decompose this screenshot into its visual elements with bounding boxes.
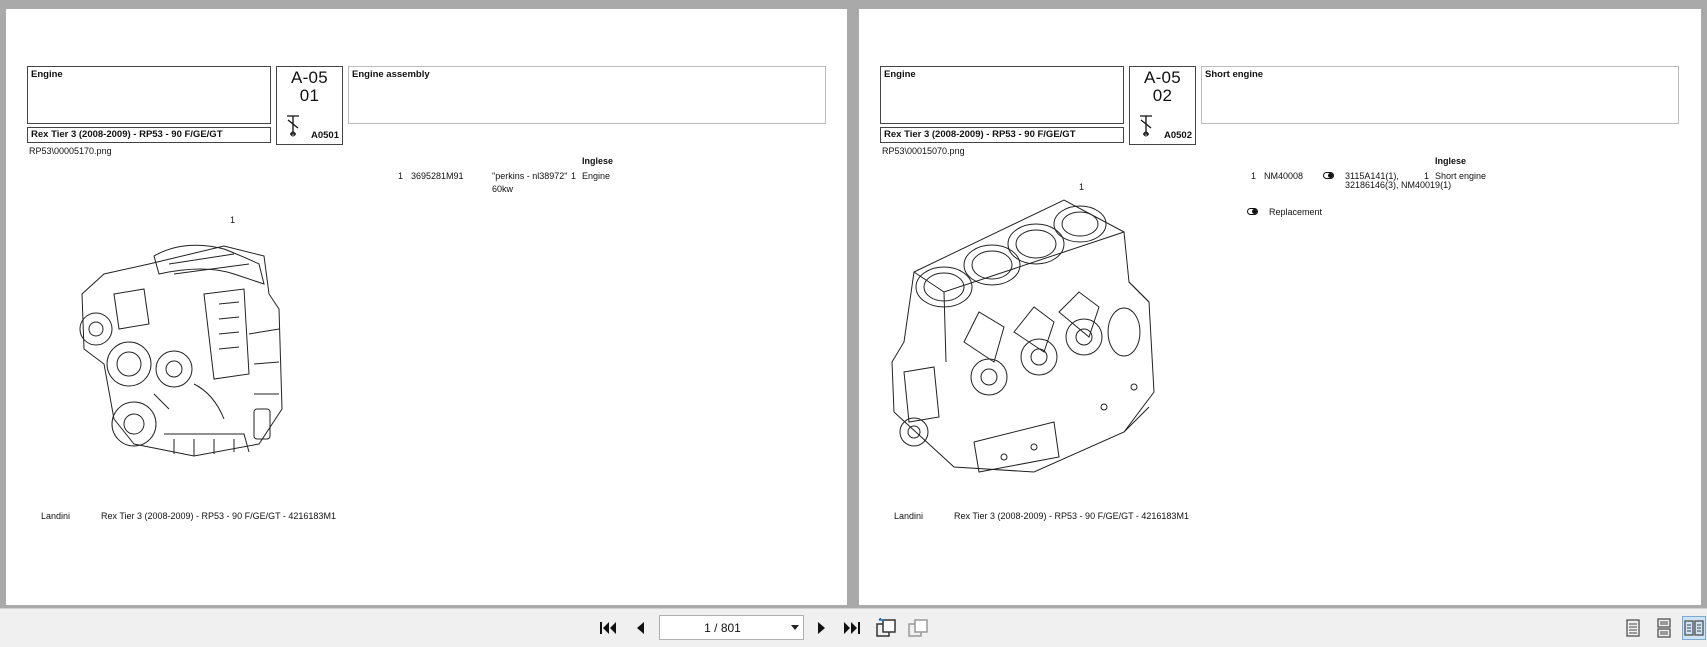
continuous-view-button[interactable] — [1652, 616, 1676, 640]
group-code-line2: 02 — [1152, 86, 1173, 105]
model-box: Rex Tier 3 (2008-2009) - RP53 - 90 F/GE/… — [880, 127, 1124, 143]
group-code-box: A-05 01 A0501 — [276, 66, 343, 145]
previous-page-icon — [637, 622, 644, 634]
page-indicator: 1 / 801 — [704, 621, 741, 635]
group-code-line2: 01 — [299, 86, 320, 105]
wrench-icon — [1140, 115, 1152, 137]
first-page-button[interactable] — [596, 616, 620, 640]
section-box: Engine — [27, 66, 271, 124]
footer-model: Rex Tier 3 (2008-2009) - RP53 - 90 F/GE/… — [954, 511, 1189, 521]
part-position: 1 — [398, 171, 404, 181]
part-note-2: 32186146(3), NM40019(1) — [1345, 180, 1452, 190]
last-page-button[interactable] — [840, 616, 864, 640]
short-engine-drawing — [891, 199, 1155, 473]
document-viewer[interactable]: Engine Rex Tier 3 (2008-2009) - RP53 - 9… — [0, 0, 1707, 608]
wrench-icon — [287, 115, 299, 137]
document-page-right: Engine Rex Tier 3 (2008-2009) - RP53 - 9… — [859, 9, 1701, 605]
description-box: Engine assembly — [348, 66, 826, 124]
group-code-box: A-05 02 A0502 — [1129, 66, 1196, 145]
description-box: Short engine — [1201, 66, 1679, 124]
language-header: Inglese — [582, 156, 614, 166]
group-code-line1: A-05 — [1143, 68, 1182, 87]
part-position: 1 — [1251, 171, 1257, 181]
part-description: Short engine — [1435, 171, 1487, 181]
part-description: Engine — [582, 171, 611, 181]
callout-number: 1 — [1079, 182, 1085, 192]
footer-model: Rex Tier 3 (2008-2009) - RP53 - 90 F/GE/… — [101, 511, 336, 521]
model-title: Rex Tier 3 (2008-2009) - RP53 - 90 F/GE/… — [884, 129, 1076, 140]
first-page-icon — [600, 622, 616, 634]
replacement-icon — [1247, 208, 1258, 215]
last-page-icon — [844, 622, 860, 634]
model-title: Rex Tier 3 (2008-2009) - RP53 - 90 F/GE/… — [31, 129, 223, 140]
part-note: "perkins - nl38972" — [492, 171, 568, 181]
rotate-back-icon — [876, 618, 896, 637]
section-box: Engine — [880, 66, 1124, 124]
legend-replacement: Replacement — [1269, 207, 1323, 217]
two-page-view-button[interactable] — [1682, 616, 1706, 640]
language-header: Inglese — [1435, 156, 1467, 166]
chevron-down-icon — [791, 625, 799, 630]
section-title: Engine — [31, 69, 63, 80]
previous-page-button[interactable] — [628, 616, 652, 640]
part-number: NM40008 — [1264, 171, 1304, 181]
rotate-forward-icon — [908, 619, 928, 637]
part-quantity: 1 — [571, 171, 577, 181]
next-page-icon — [818, 622, 825, 634]
page-number-selector[interactable]: 1 / 801 — [659, 615, 804, 640]
group-code-line1: A-05 — [290, 68, 329, 87]
description-title: Short engine — [1205, 69, 1264, 80]
replacement-icon — [1323, 172, 1334, 179]
part-note-2: 60kw — [492, 184, 514, 194]
engine-assembly-drawing — [79, 244, 283, 457]
footer-brand: Landini — [894, 511, 924, 521]
document-page-left: Engine Rex Tier 3 (2008-2009) - RP53 - 9… — [6, 9, 847, 605]
group-code: A-05 01 — [277, 69, 342, 105]
group-code: A-05 02 — [1130, 69, 1195, 105]
group-code-small: A0501 — [311, 130, 339, 141]
image-filename: RP53\00005170.png — [29, 146, 112, 156]
group-code-small: A0502 — [1164, 130, 1192, 141]
part-quantity: 1 — [1424, 171, 1430, 181]
part-number: 3695281M91 — [411, 171, 464, 181]
image-filename: RP53\00015070.png — [882, 146, 965, 156]
navigation-toolbar: 1 / 801 — [0, 608, 1707, 647]
description-title: Engine assembly — [352, 69, 430, 80]
rotate-forward-button[interactable] — [906, 616, 930, 640]
single-page-view-button[interactable] — [1621, 616, 1645, 640]
model-box: Rex Tier 3 (2008-2009) - RP53 - 90 F/GE/… — [27, 127, 271, 143]
single-page-view-icon — [1626, 619, 1640, 637]
two-page-view-icon — [1684, 620, 1704, 636]
footer-brand: Landini — [41, 511, 71, 521]
continuous-view-icon — [1657, 618, 1671, 638]
section-title: Engine — [884, 69, 916, 80]
callout-number: 1 — [230, 215, 236, 225]
next-page-button[interactable] — [810, 616, 834, 640]
rotate-back-button[interactable] — [874, 616, 898, 640]
